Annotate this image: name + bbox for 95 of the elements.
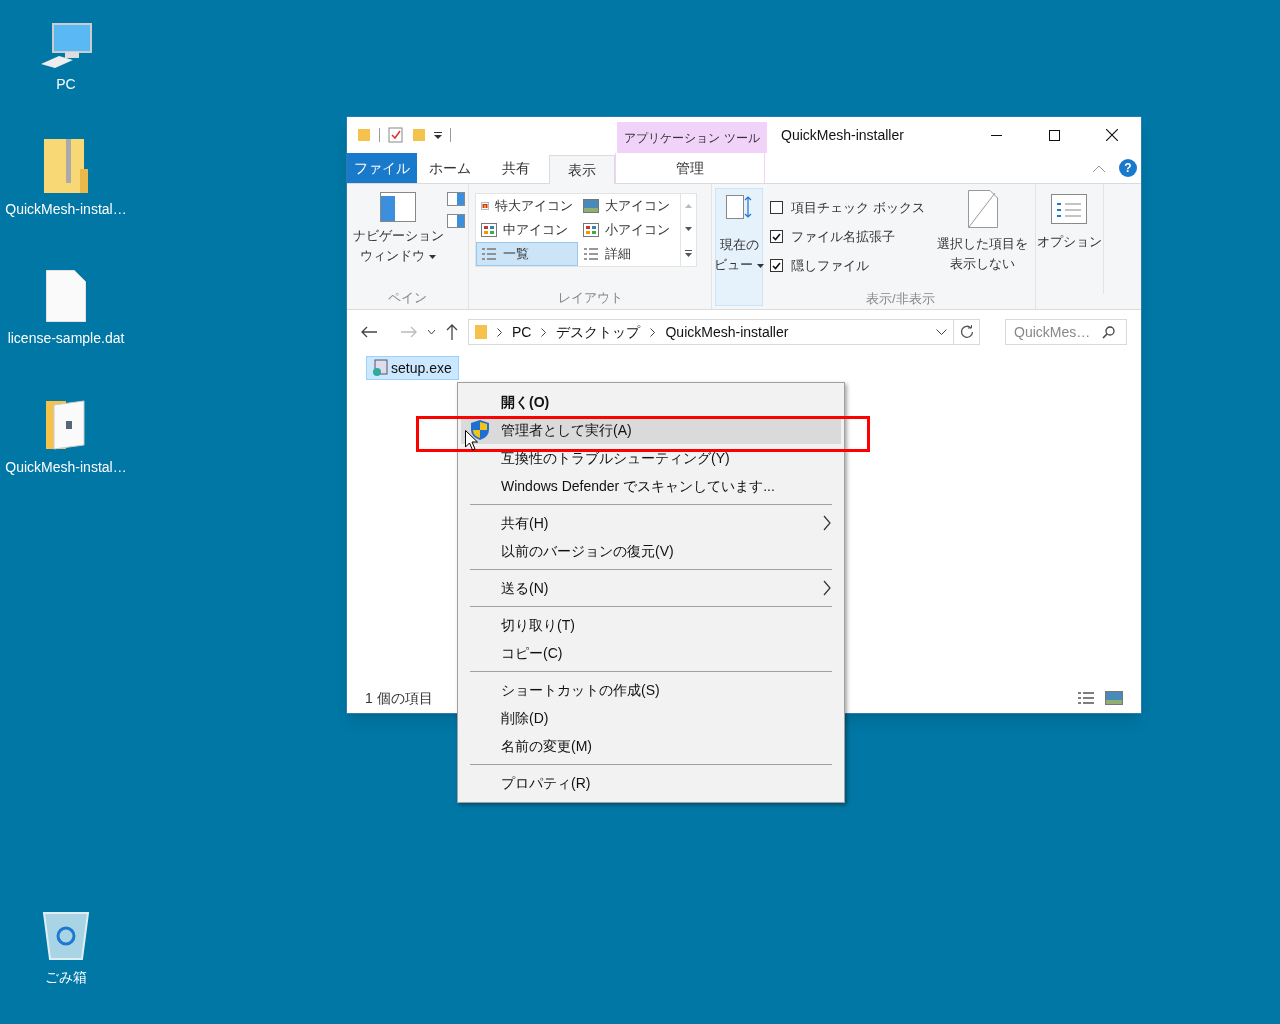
properties-icon[interactable] (388, 127, 404, 143)
scroll-down-icon[interactable] (685, 226, 692, 231)
desktop-icon-label[interactable]: license-sample.dat (7, 328, 125, 349)
recent-locations-icon[interactable] (427, 329, 436, 335)
ribbon-tab[interactable]: 共有 (483, 153, 549, 183)
help-button[interactable]: ? (1119, 159, 1137, 177)
group-label: 表示/非表示 (865, 289, 936, 308)
collapse-ribbon-icon[interactable] (1093, 164, 1105, 172)
checkbox[interactable] (770, 201, 783, 214)
landscape-icon (583, 199, 599, 213)
mouse-pointer-icon (465, 430, 478, 451)
layout-option[interactable]: 特大アイコン (476, 194, 578, 218)
caret-icon (429, 254, 436, 259)
file-icon (46, 270, 86, 322)
layout-option[interactable]: 中アイコン (476, 218, 578, 242)
menu-item[interactable]: 切り取り(T) (461, 611, 841, 639)
menu-item[interactable]: Windows Defender でスキャンしています... (461, 472, 841, 500)
picture-icon (481, 199, 489, 213)
preview-pane-icon[interactable] (447, 192, 465, 206)
options-button[interactable]: オプション (1035, 184, 1104, 294)
caret-icon (757, 263, 764, 268)
document-icon (967, 190, 998, 228)
checkbox[interactable] (770, 230, 783, 243)
ribbon-tab[interactable]: ホーム (417, 153, 483, 183)
chevron-right-icon[interactable] (497, 327, 502, 337)
refresh-button[interactable] (954, 319, 980, 345)
chevron-right-icon[interactable] (541, 327, 547, 337)
menu-item[interactable]: 送る(N) (461, 574, 841, 602)
desktop-icon-label[interactable]: QuickMesh-instal… (5, 199, 127, 220)
details-view-icon[interactable] (1077, 691, 1095, 705)
menu-item[interactable]: 開く(O) (461, 388, 841, 416)
window-title: QuickMesh-installer (780, 125, 905, 145)
view-layout-icon (583, 223, 599, 237)
desktop-icon-label[interactable]: PC (56, 74, 76, 95)
search-field[interactable]: QuickMes… (1005, 319, 1127, 345)
refresh-icon (959, 325, 974, 339)
options-icon (1051, 194, 1088, 224)
current-view-button[interactable]: 現在の ビュー (715, 188, 763, 306)
computer-icon (39, 22, 93, 68)
layout-option[interactable]: 小アイコン (578, 218, 680, 242)
recycle-bin-icon (42, 909, 90, 961)
desktop-icon-label[interactable]: ごみ箱 (45, 967, 87, 988)
ribbon-tab[interactable]: 表示 (549, 155, 615, 185)
checkbox-option[interactable]: ファイル名拡張子 (770, 225, 925, 248)
hide-selected-button[interactable]: 選択した項目を 表示しない (930, 184, 1035, 289)
menu-item[interactable]: ショートカットの作成(S) (461, 676, 841, 704)
breadcrumb[interactable]: デスクトップ (556, 321, 641, 343)
ribbon-tab[interactable]: 管理 (615, 153, 765, 183)
file-tab[interactable]: ファイル (347, 153, 417, 183)
checkbox-option[interactable]: 項目チェック ボックス (770, 196, 925, 219)
group-label: ペイン (387, 288, 428, 307)
group-label: レイアウト (556, 288, 624, 307)
menu-item[interactable]: 名前の変更(M) (461, 732, 841, 760)
folder-icon (46, 399, 86, 451)
menu-item[interactable]: プロパティ(R) (461, 769, 841, 797)
chevron-right-icon[interactable] (650, 327, 656, 337)
menu-item[interactable]: コピー(C) (461, 639, 841, 667)
menu-item[interactable]: 削除(D) (461, 704, 841, 732)
view-layout-icon (481, 223, 497, 237)
desktop-icon-label[interactable]: QuickMesh-instal… (5, 457, 127, 478)
navigation-pane-icon (380, 192, 416, 222)
details-pane-icon[interactable] (447, 214, 465, 228)
minimize-icon (990, 134, 1002, 136)
back-arrow-icon[interactable] (361, 326, 377, 338)
installer-icon (371, 359, 389, 377)
search-icon (1102, 325, 1115, 339)
shield-icon (471, 420, 489, 440)
navigation-pane-button[interactable]: ナビゲーション ウィンドウ (355, 192, 441, 288)
layout-option[interactable]: 大アイコン (578, 194, 680, 218)
breadcrumb[interactable]: QuickMesh-installer (665, 321, 789, 343)
checkbox[interactable] (770, 259, 783, 272)
menu-item[interactable]: 共有(H) (461, 509, 841, 537)
menu-item[interactable]: 以前のバージョンの復元(V) (461, 537, 841, 565)
layout-option[interactable]: 詳細 (578, 242, 680, 266)
folder-icon (475, 325, 487, 339)
dropdown-icon[interactable] (434, 131, 442, 139)
sort-view-icon (726, 195, 752, 219)
checkmark-icon (772, 261, 781, 270)
checkbox-option[interactable]: 隠しファイル (770, 254, 925, 277)
contextual-tab-group: アプリケーション ツール (617, 122, 767, 153)
thumbnail-view-icon[interactable] (1105, 691, 1123, 705)
layout-option[interactable]: 一覧 (476, 242, 578, 266)
status-text: 1 個の項目 (365, 688, 433, 708)
maximize-icon (1048, 129, 1060, 141)
close-icon (1106, 129, 1118, 141)
up-arrow-icon[interactable] (446, 324, 458, 340)
chevron-down-icon[interactable] (936, 329, 947, 335)
address-bar[interactable]: PC デスクトップ QuickMesh-installer (468, 319, 954, 345)
file-item[interactable]: setup.exe (366, 356, 459, 380)
list-view-icon (583, 247, 599, 261)
zip-folder-icon (44, 139, 88, 193)
breadcrumb[interactable]: PC (512, 321, 532, 343)
expand-gallery-icon[interactable] (685, 249, 692, 257)
checkmark-icon (772, 232, 781, 241)
list-view-icon (481, 247, 497, 261)
